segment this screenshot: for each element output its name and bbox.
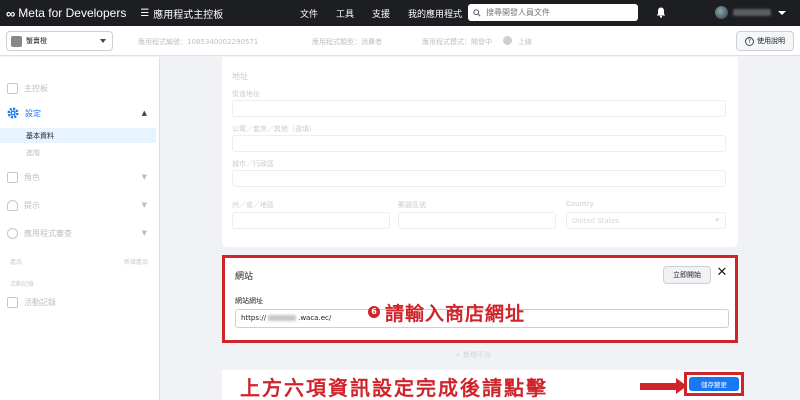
sidebar-item-label: 設定 xyxy=(25,108,41,118)
save-button-highlight: 儲存變更 xyxy=(684,372,744,396)
add-platform-link[interactable]: + 新增平台 xyxy=(455,350,491,360)
user-name-redacted xyxy=(733,9,771,16)
help-button[interactable]: ? 使用說明 xyxy=(736,31,794,51)
url-prefix: https:// xyxy=(241,314,267,322)
quick-start-button[interactable]: 立即開始 xyxy=(663,266,711,284)
close-icon[interactable]: ✕ xyxy=(715,264,729,282)
dashboard-label: 應用程式主控板 xyxy=(153,9,224,21)
sidebar-item-dashboard[interactable]: 主控板 xyxy=(7,80,155,96)
app-selector[interactable]: 蟹賣橙 xyxy=(6,31,113,51)
sidebar-item-label: 活動記錄 xyxy=(24,297,56,307)
products-section-label: 產品 xyxy=(10,259,23,266)
step-instruction-text: 請輸入商店網址 xyxy=(385,303,526,325)
arrow-right-icon xyxy=(640,383,678,390)
sidebar-subitem-label: 進階 xyxy=(26,148,40,157)
live-mode-toggle[interactable] xyxy=(503,36,512,45)
apt-input[interactable] xyxy=(232,135,726,152)
app-info-bar: 蟹賣橙 應用程式編號：1085340002290571 應用程式類型：消費者 應… xyxy=(0,26,800,56)
save-changes-button[interactable]: 儲存變更 xyxy=(689,377,739,391)
sidebar-item-alerts[interactable]: 提示 ▼ xyxy=(7,197,155,213)
activity-section-label: 活動記錄 xyxy=(10,281,35,288)
search-icon xyxy=(473,8,481,17)
list-icon xyxy=(7,296,18,308)
account-menu-chevron-icon[interactable] xyxy=(778,11,786,15)
chevron-up-icon: ▲ xyxy=(141,109,147,117)
live-label: 上線 xyxy=(518,38,532,46)
home-icon xyxy=(7,82,18,94)
zip-label: 郵遞區號 xyxy=(398,201,426,209)
country-value: United States xyxy=(572,217,620,225)
address-form-card: 地址 街道地址 公寓／套房／其他（選填） 城市／行政區 州／省／地區 郵遞區號 … xyxy=(222,57,738,247)
country-select[interactable]: United States ▾ xyxy=(566,212,726,229)
roles-icon xyxy=(7,171,18,183)
state-input[interactable] xyxy=(232,212,390,229)
site-url-label: 網站網址 xyxy=(235,297,263,305)
sidebar-item-label: 提示 xyxy=(24,200,40,210)
chevron-down-icon: ▼ xyxy=(141,173,147,181)
sidebar-item-app-review[interactable]: 應用程式審查 ▼ xyxy=(7,225,155,241)
website-platform-card: 網站 立即開始 ✕ 網站網址 https:// .waca.ec/ 6 請輸入商店… xyxy=(222,255,738,343)
check-shield-icon xyxy=(7,227,18,239)
chevron-down-icon xyxy=(100,39,106,43)
zip-input[interactable] xyxy=(398,212,556,229)
left-sidebar: 主控板 設定 ▲ 基本資料 進階 角色 ▼ 提示 ▼ 應用程式審查 ▼ 產品 新… xyxy=(0,57,160,400)
sidebar-item-roles[interactable]: 角色 ▼ xyxy=(7,169,155,185)
street-input[interactable] xyxy=(232,100,726,117)
bottom-instruction-banner: 上方六項資訊設定完成後請點擊 xyxy=(222,370,742,400)
app-mode: 應用程式模式：開發中 xyxy=(422,38,492,46)
nav-support[interactable]: 支援 xyxy=(372,7,390,20)
sidebar-item-label: 主控板 xyxy=(24,83,48,93)
state-label: 州／省／地區 xyxy=(232,201,274,209)
city-input[interactable] xyxy=(232,170,726,187)
street-label: 街道地址 xyxy=(232,90,260,98)
sidebar-item-label: 應用程式審查 xyxy=(24,228,72,238)
nav-my-apps[interactable]: 我的應用程式 xyxy=(408,7,462,20)
meta-logo[interactable]: ∞ Meta for Developers xyxy=(6,6,126,21)
city-label: 城市／行政區 xyxy=(232,160,274,168)
help-label: 使用說明 xyxy=(757,37,785,45)
app-name: 蟹賣橙 xyxy=(26,37,47,45)
nav-tools[interactable]: 工具 xyxy=(336,7,354,20)
sidebar-subitem-advanced[interactable]: 進階 xyxy=(0,145,156,160)
search-input[interactable] xyxy=(486,8,626,17)
chevron-down-icon: ▼ xyxy=(141,201,147,209)
apt-label: 公寓／套房／其他（選填） xyxy=(232,125,316,133)
notification-bell-icon[interactable] xyxy=(656,7,666,18)
sidebar-item-label: 角色 xyxy=(24,172,40,182)
app-id: 應用程式編號：1085340002290571 xyxy=(138,38,259,46)
country-label: Country xyxy=(566,200,594,208)
chevron-down-icon: ▼ xyxy=(141,229,147,237)
chevron-down-icon: ▾ xyxy=(715,216,719,224)
app-type: 應用程式類型：消費者 xyxy=(312,38,382,46)
gear-icon xyxy=(7,107,19,119)
user-avatar[interactable] xyxy=(715,6,728,19)
search-box[interactable] xyxy=(468,4,638,21)
question-mark-icon: ? xyxy=(745,36,754,46)
step-number-badge: 6 xyxy=(368,306,380,318)
nav-docs[interactable]: 文件 xyxy=(300,7,318,20)
menu-icon: ☰ xyxy=(140,7,150,19)
sidebar-subitem-label: 基本資料 xyxy=(26,131,54,140)
meta-infinity-icon: ∞ xyxy=(6,5,16,21)
website-card-title: 網站 xyxy=(235,272,254,282)
bell-icon xyxy=(7,199,18,211)
sidebar-item-settings[interactable]: 設定 ▲ xyxy=(7,105,155,121)
brand-name: Meta for Developers xyxy=(18,6,127,20)
top-navigation-bar: ∞ Meta for Developers ☰ 應用程式主控板 文件 工具 支援… xyxy=(0,0,800,26)
add-product-link[interactable]: 新增產品 xyxy=(124,257,148,266)
sidebar-item-activity-log[interactable]: 活動記錄 xyxy=(7,294,155,310)
app-thumbnail xyxy=(11,35,22,47)
top-nav-links: 文件 工具 支援 我的應用程式 xyxy=(300,0,462,26)
sidebar-subitem-basic[interactable]: 基本資料 xyxy=(0,128,156,143)
app-dashboard-link[interactable]: ☰ 應用程式主控板 xyxy=(140,6,223,21)
url-redacted xyxy=(268,315,297,321)
site-url-value: https:// .waca.ec/ xyxy=(241,314,331,322)
url-suffix: .waca.ec/ xyxy=(298,314,332,322)
address-section-title: 地址 xyxy=(232,72,248,81)
bottom-instruction-text: 上方六項資訊設定完成後請點擊 xyxy=(240,376,548,400)
